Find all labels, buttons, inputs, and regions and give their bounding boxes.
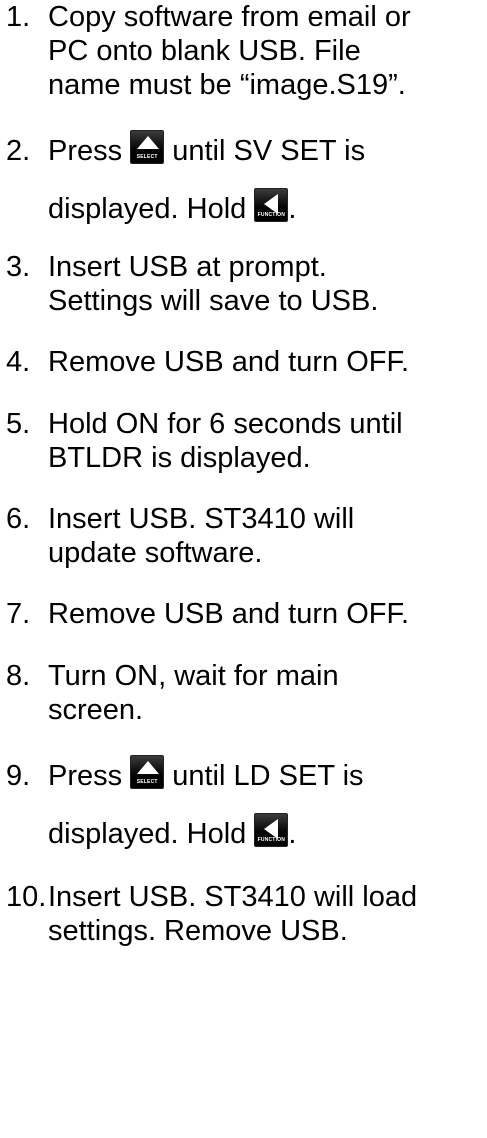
- step-text-line: Hold ON for 6 seconds until: [48, 408, 403, 440]
- function-key-icon: FUNCTION: [254, 188, 289, 222]
- step-text-line: Remove USB and turn OFF.: [48, 598, 410, 630]
- step-number: 9.: [6, 760, 31, 792]
- step-text-line: Insert USB. ST3410 will load: [48, 881, 418, 913]
- step-text-line: settings. Remove USB.: [48, 915, 348, 947]
- step-number: 10.: [6, 881, 47, 913]
- step-text-line: Remove USB and turn OFF.: [48, 346, 410, 378]
- step-text: Press: [48, 760, 131, 792]
- function-key-icon: FUNCTION: [254, 813, 289, 847]
- step-number: 6.: [6, 503, 31, 535]
- step-text-line: name must be “image.S19”.: [48, 69, 406, 101]
- step-number: 2.: [6, 135, 31, 167]
- step-text-line: Turn ON, wait for main: [48, 660, 339, 692]
- step-text-line: BTLDR is displayed.: [48, 442, 311, 474]
- triangle-left-icon: [264, 194, 279, 214]
- step-text: until LD SET is: [164, 760, 364, 792]
- step-text-line: Insert USB at prompt.: [48, 251, 327, 283]
- triangle-up-icon: [137, 136, 160, 149]
- step-number: 5.: [6, 408, 31, 440]
- select-key-label: SELECT: [136, 154, 158, 160]
- step-text: .: [288, 818, 297, 850]
- step-number: 7.: [6, 598, 31, 630]
- step-text-line: Insert USB. ST3410 will: [48, 503, 355, 535]
- step-text-line: screen.: [48, 694, 144, 726]
- step-number: 4.: [6, 346, 31, 378]
- step-number: 8.: [6, 660, 31, 692]
- step-number: 3.: [6, 251, 31, 283]
- step-text: .: [288, 193, 297, 225]
- step-text-line: displayed. Hold FUNCTION.: [48, 180, 485, 238]
- function-key-label: FUNCTION: [257, 212, 286, 218]
- step-text: Press: [48, 135, 131, 167]
- select-key-icon: SELECT: [130, 130, 165, 164]
- step-text-line: displayed. Hold FUNCTION.: [48, 805, 485, 863]
- instruction-page: { "steps": [ { "num": "1.", "lines": ["C…: [0, 0, 487, 1138]
- select-key-label: SELECT: [136, 779, 158, 785]
- step-text: displayed. Hold: [48, 818, 255, 850]
- step-text-line: update software.: [48, 537, 263, 569]
- triangle-up-icon: [137, 761, 160, 774]
- step-text-line: Press SELECT until LD SET is: [48, 747, 485, 805]
- function-key-label: FUNCTION: [257, 837, 286, 843]
- step-text-line: Copy software from email or: [48, 1, 411, 33]
- step-text-line: PC onto blank USB. File: [48, 35, 361, 67]
- step-text: until SV SET is: [164, 135, 366, 167]
- step-number: 1.: [6, 1, 31, 33]
- triangle-left-icon: [264, 819, 279, 839]
- step-text: displayed. Hold: [48, 193, 255, 225]
- step-text-line: Settings will save to USB.: [48, 285, 379, 317]
- step-text-line: Press SELECT until SV SET is: [48, 122, 485, 180]
- select-key-icon: SELECT: [130, 755, 165, 789]
